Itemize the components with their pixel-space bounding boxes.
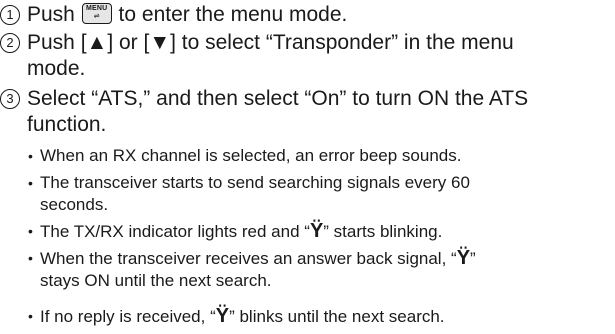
bullet-4-text-before: When the transceiver receives an answer … xyxy=(40,249,457,268)
step-1-number: 1 xyxy=(0,2,20,28)
antenna-icon: Ÿ xyxy=(215,305,230,327)
bullet-item-1: • When an RX channel is selected, an err… xyxy=(28,145,612,167)
step-3-number: 3 xyxy=(0,86,20,112)
step-2-line-2: mode. xyxy=(27,57,86,80)
step-1: 1 Push MENU ⇌ to enter the menu mode. xyxy=(0,2,612,28)
bullet-3-text-before: The TX/RX indicator lights red and “ xyxy=(40,222,310,241)
step-2-number: 2 xyxy=(0,30,20,56)
bullet-marker: • xyxy=(28,250,33,266)
step-2-line-1: Push [▲] or [▼] to select “Transponder” … xyxy=(27,31,514,54)
bullet-4-line-2: stays ON until the next search. xyxy=(40,271,272,290)
bullet-2-line-2: seconds. xyxy=(40,195,109,214)
bullet-marker: • xyxy=(28,223,33,239)
bullet-item-2: • The transceiver starts to send searchi… xyxy=(28,172,612,216)
antenna-icon: Ÿ xyxy=(456,247,471,269)
menu-key-icon: MENU ⇌ xyxy=(81,3,112,24)
bullet-marker: • xyxy=(28,175,33,191)
bullet-item-3: • The TX/RX indicator lights red and “Ÿ”… xyxy=(28,220,612,243)
bullet-5-text-after: ” blinks until the next search. xyxy=(229,307,445,326)
bullet-3-text-after: ” starts blinking. xyxy=(323,222,443,241)
step-1-text-before: Push xyxy=(27,3,81,26)
bullet-1-text: When an RX channel is selected, an error… xyxy=(40,146,462,165)
menu-key-sublabel: ⇌ xyxy=(93,13,100,20)
bullet-item-5: • If no reply is received, “Ÿ” blinks un… xyxy=(28,305,612,328)
instruction-document: 1 Push MENU ⇌ to enter the menu mode. 2 P… xyxy=(0,0,615,334)
menu-key-label: MENU xyxy=(85,5,108,12)
bullet-item-4: • When the transceiver receives an answe… xyxy=(28,247,612,292)
bullet-5-text-before: If no reply is received, “ xyxy=(40,307,216,326)
step-3-line-2: function. xyxy=(27,113,107,136)
bullet-2-line-1: The transceiver starts to send searching… xyxy=(40,173,470,192)
step-3: 3 Select “ATS,” and then select “On” to … xyxy=(0,86,612,138)
step-2: 2 Push [▲] or [▼] to select “Transponder… xyxy=(0,30,612,82)
antenna-icon: Ÿ xyxy=(309,220,324,242)
step-1-text-after: to enter the menu mode. xyxy=(112,3,348,26)
step-3-line-1: Select “ATS,” and then select “On” to tu… xyxy=(27,87,529,110)
bullet-marker: • xyxy=(28,148,33,164)
bullet-marker: • xyxy=(28,308,33,324)
bullet-4-text-after: ” xyxy=(470,249,476,268)
